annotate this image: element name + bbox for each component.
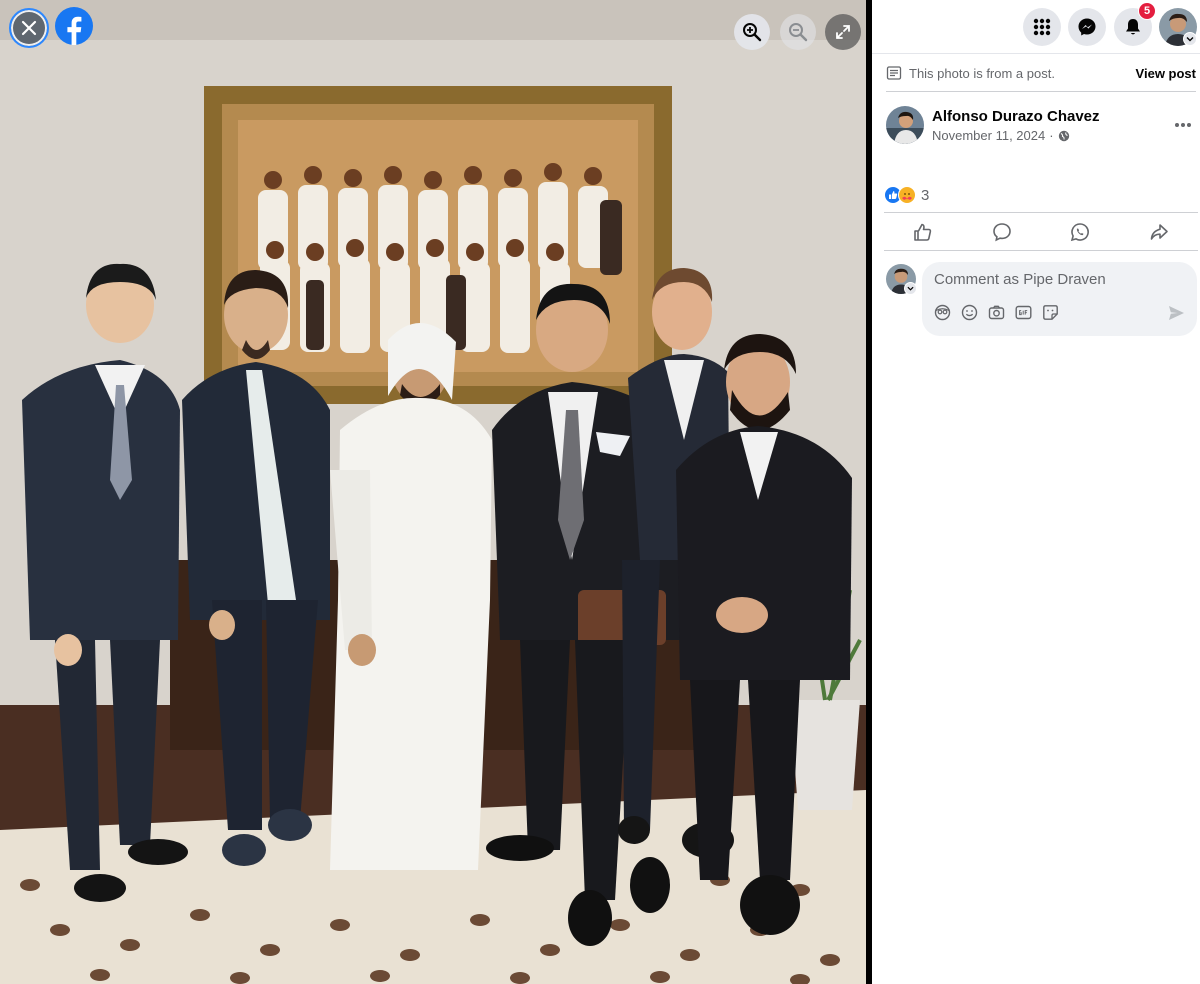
send-icon	[1169, 306, 1184, 320]
post-sidebar: 5 This photo is from a post. View post A…	[872, 0, 1200, 984]
post-date[interactable]: November 11, 2024	[932, 128, 1045, 143]
post-options-button[interactable]	[1170, 112, 1196, 138]
account-menu-button[interactable]	[1183, 32, 1197, 46]
sticker-icon	[1043, 305, 1058, 320]
post-note-text: This photo is from a post.	[909, 65, 1055, 81]
sticker-button[interactable]	[1042, 304, 1059, 321]
share-icon	[1150, 223, 1168, 240]
menu-button[interactable]	[1023, 8, 1061, 46]
notifications-button[interactable]: 5	[1114, 2, 1156, 46]
zoom-out-button[interactable]	[780, 14, 816, 50]
comment-input[interactable]: Comment as Pipe Draven	[922, 262, 1197, 336]
gif-button[interactable]	[1015, 304, 1032, 321]
photo-button[interactable]	[988, 304, 1005, 321]
post-actions	[884, 212, 1198, 251]
notification-badge: 5	[1138, 2, 1156, 20]
comment-icon	[992, 222, 1011, 241]
messenger-button[interactable]	[1068, 8, 1106, 46]
top-navigation: 5	[872, 0, 1200, 54]
gif-icon	[1015, 305, 1032, 320]
like-icon	[914, 223, 932, 241]
close-viewer-button[interactable]	[9, 8, 49, 48]
grid-menu-icon	[1033, 18, 1051, 36]
messenger-icon	[1078, 18, 1096, 36]
post-author: Alfonso Durazo Chavez November 11, 2024 …	[886, 106, 1196, 148]
send-comment-button[interactable]	[1168, 305, 1185, 326]
globe-icon	[1058, 130, 1069, 141]
care-reaction-icon	[898, 186, 916, 204]
bell-icon	[1126, 19, 1140, 35]
reaction-count: 3	[921, 186, 930, 204]
comment-placeholder: Comment as Pipe Draven	[934, 271, 1106, 288]
post-source-note: This photo is from a post. View post	[886, 62, 1196, 84]
author-avatar[interactable]	[886, 106, 924, 144]
author-name[interactable]: Alfonso Durazo Chavez	[932, 108, 1100, 125]
whatsapp-share-button[interactable]	[1041, 213, 1120, 250]
avatar-sticker-button[interactable]	[934, 304, 951, 321]
facebook-logo-icon	[55, 7, 93, 45]
note-divider	[886, 91, 1196, 92]
like-button[interactable]	[884, 213, 963, 250]
facebook-logo-link[interactable]	[55, 7, 93, 45]
post-photo[interactable]	[0, 0, 866, 984]
chevron-down-icon	[907, 286, 914, 291]
chevron-down-icon	[1186, 37, 1194, 42]
more-options-icon	[1175, 123, 1191, 127]
reactions-summary[interactable]: 3	[884, 185, 929, 205]
comment-tools	[934, 304, 1059, 321]
comment-composer: Comment as Pipe Draven	[886, 262, 1198, 336]
zoom-in-button[interactable]	[734, 14, 770, 50]
view-post-link[interactable]: View post	[1136, 66, 1196, 81]
emoji-icon	[961, 304, 978, 321]
post-document-icon	[886, 66, 902, 80]
share-button[interactable]	[1120, 213, 1199, 250]
comment-button[interactable]	[963, 213, 1042, 250]
fullscreen-icon	[836, 25, 850, 39]
whatsapp-icon	[1071, 222, 1090, 241]
close-icon	[21, 20, 37, 36]
camera-icon	[988, 305, 1005, 320]
fullscreen-button[interactable]	[825, 14, 861, 50]
emoji-button[interactable]	[961, 304, 978, 321]
zoom-in-icon	[743, 23, 762, 42]
avatar-sticker-icon	[934, 304, 951, 321]
meta-separator: ·	[1049, 128, 1054, 143]
photo-viewer	[0, 0, 866, 984]
zoom-out-icon	[789, 23, 808, 42]
post-meta: November 11, 2024 ·	[932, 128, 1070, 143]
commenter-menu-button[interactable]	[904, 282, 917, 295]
